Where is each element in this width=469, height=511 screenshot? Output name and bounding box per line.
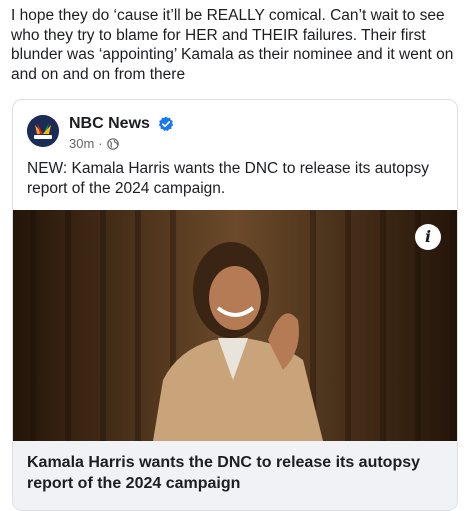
nbc-news-avatar[interactable] <box>27 115 59 147</box>
nbc-peacock-logo <box>27 115 59 147</box>
info-icon[interactable]: i <box>415 224 441 250</box>
meta-separator: · <box>98 136 103 151</box>
shared-post-card[interactable]: NBC News 30m · NEW: Kamala Harris wants … <box>12 99 458 511</box>
globe-icon <box>106 137 119 150</box>
post-text: I hope they do ‘cause it’ll be REALLY co… <box>11 7 454 83</box>
verified-badge-icon <box>158 116 174 132</box>
source-name[interactable]: NBC News <box>69 115 150 133</box>
photo-kamala-harris <box>13 210 457 441</box>
link-caption[interactable]: Kamala Harris wants the DNC to release i… <box>27 452 437 494</box>
shared-post-text: NEW: Kamala Harris wants the DNC to rele… <box>27 160 430 197</box>
article-image[interactable]: i <box>13 210 457 441</box>
post-time[interactable]: 30m <box>69 136 94 151</box>
shared-post-header: NBC News 30m · NEW: Kamala Harris wants … <box>13 100 457 210</box>
post-meta: 30m · <box>69 136 119 151</box>
